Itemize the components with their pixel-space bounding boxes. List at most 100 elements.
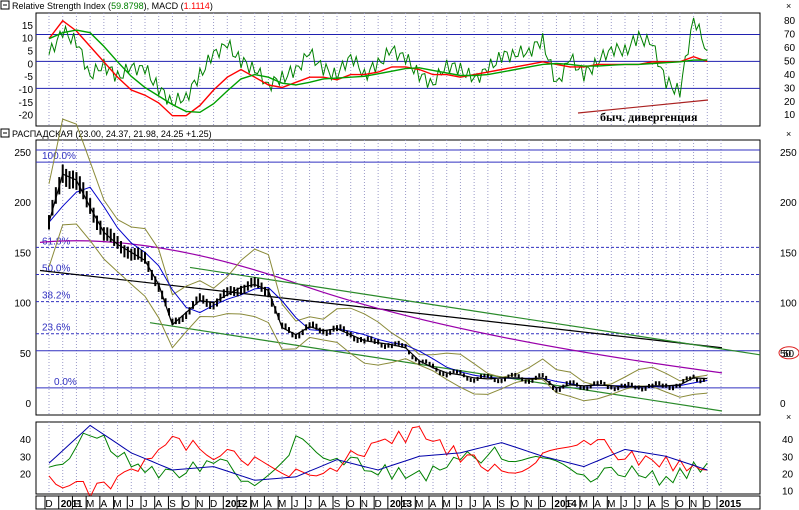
rsi-right-tick: 10 — [784, 110, 796, 121]
time-axis-label: S — [169, 499, 176, 510]
title-close-paren: ) — [210, 1, 213, 11]
time-axis-label: J — [129, 499, 134, 510]
rsi-value: 59.8798 — [111, 1, 144, 11]
rsi-right-tick: 80 — [784, 16, 796, 27]
rsi-panel-close-icon[interactable]: × — [786, 1, 791, 11]
time-axis-label: N — [196, 499, 203, 510]
time-axis-label: D — [375, 499, 382, 510]
rsi-panel-title: Relative Strength Index (59.8798), MACD … — [12, 1, 213, 11]
time-axis-label: J — [636, 499, 641, 510]
time-axis-label: N — [525, 499, 532, 510]
time-axis-label: O — [347, 499, 355, 510]
time-axis-label: D — [45, 499, 52, 510]
fibonacci-label: 38.2% — [42, 291, 70, 302]
time-axis-label: A — [430, 499, 437, 510]
rsi-left-tick: 0 — [27, 59, 33, 70]
time-axis-label: J — [458, 499, 463, 510]
price-right-tick: 250 — [780, 148, 797, 159]
time-axis-label: F — [403, 499, 409, 510]
rsi-left-tick: 10 — [22, 34, 34, 45]
price-title-text: РАСПАДСКАЯ (23.00, 24.37, 21.98, 24.25 +… — [12, 129, 212, 139]
time-axis-label: M — [580, 499, 588, 510]
dmi-left-tick: 40 — [20, 435, 32, 446]
price-left-tick: 200 — [14, 198, 31, 209]
time-axis-label: A — [649, 499, 656, 510]
rsi-right-tick: 40 — [784, 70, 796, 81]
chart-canvas: Relative Strength Index (59.8798), MACD … — [0, 0, 799, 510]
price-left-tick: 0 — [25, 399, 31, 410]
fibonacci-label: 0.0% — [54, 377, 77, 388]
time-axis-label: J — [293, 499, 298, 510]
price-right-tick: 200 — [780, 198, 797, 209]
time-axis-label: D — [210, 499, 217, 510]
time-axis-label: A — [320, 499, 327, 510]
dmi-left-tick: 30 — [20, 452, 32, 463]
time-axis-label: F — [73, 499, 79, 510]
panel-price-frame — [35, 139, 761, 416]
rsi-left-tick: -20 — [19, 111, 34, 122]
rsi-left-tick: 5 — [27, 47, 33, 58]
time-axis-label: M — [278, 499, 286, 510]
rsi-right-tick: 60 — [784, 43, 796, 54]
time-axis-label: A — [485, 499, 492, 510]
time-axis-label: M — [86, 499, 94, 510]
time-axis-label: 2015 — [719, 499, 742, 510]
price-panel-close-icon[interactable]: × — [786, 129, 791, 139]
dmi-right-tick: 40 — [782, 435, 794, 446]
time-axis-label: J — [623, 499, 628, 510]
price-left-tick: 150 — [14, 248, 31, 259]
time-axis-label: S — [498, 499, 505, 510]
time-axis-label: J — [472, 499, 477, 510]
rsi-right-tick: 20 — [784, 97, 796, 108]
dmi-right-tick: 20 — [782, 469, 794, 480]
time-axis-label: F — [567, 499, 573, 510]
time-axis-label: D — [704, 499, 711, 510]
rsi-left-tick: 15 — [22, 21, 34, 32]
time-axis-label: J — [143, 499, 148, 510]
price-marker-label: 50 — [783, 349, 795, 360]
time-axis-label: S — [334, 499, 341, 510]
rsi-left-tick: -10 — [19, 85, 34, 96]
macd-value: 1.1114 — [184, 1, 210, 11]
time-axis-label: A — [155, 499, 162, 510]
price-panel-title: РАСПАДСКАЯ (23.00, 24.37, 21.98, 24.25 +… — [12, 129, 212, 139]
time-axis-label: 2011 — [61, 499, 83, 510]
rsi-title-text: Relative Strength Index ( — [12, 1, 111, 11]
time-axis-label: A — [265, 499, 272, 510]
time-axis-label: M — [251, 499, 259, 510]
price-left-tick: 50 — [20, 349, 32, 360]
time-axis-label: O — [511, 499, 519, 510]
rsi-right-tick: 50 — [784, 56, 796, 67]
time-axis-label: M — [415, 499, 423, 510]
dmi-right-tick: 10 — [782, 487, 794, 498]
macd-title-text: ), MACD ( — [144, 1, 184, 11]
fibonacci-label: 100.0% — [42, 151, 76, 162]
price-right-tick: 100 — [780, 299, 797, 310]
time-axis-label: A — [594, 499, 601, 510]
price-right-tick: 0 — [780, 399, 786, 410]
dmi-left-tick: 20 — [20, 469, 32, 480]
time-axis-label: N — [690, 499, 697, 510]
price-left-tick: 100 — [14, 299, 31, 310]
rsi-left-tick: -15 — [19, 98, 34, 109]
divergence-label: быч. дивергенция — [600, 110, 698, 124]
time-axis-label: O — [182, 499, 190, 510]
fibonacci-label: 23.6% — [42, 323, 70, 334]
time-axis-label: O — [676, 499, 684, 510]
dmi-close-icon[interactable]: × — [786, 412, 791, 422]
rsi-right-tick: 30 — [784, 83, 796, 94]
rsi-right-tick: 70 — [784, 30, 796, 41]
rsi-left-tick: -5 — [24, 72, 33, 83]
time-axis-label: M — [607, 499, 615, 510]
time-axis-label: D — [539, 499, 546, 510]
time-axis-label: A — [101, 499, 108, 510]
time-axis-label: F — [238, 499, 244, 510]
time-axis-label: S — [663, 499, 670, 510]
time-axis-label: M — [443, 499, 451, 510]
time-axis-label: N — [361, 499, 368, 510]
time-axis-label: J — [307, 499, 312, 510]
dmi-right-tick: 30 — [782, 452, 794, 463]
price-right-tick: 150 — [780, 248, 797, 259]
time-axis-label: M — [113, 499, 121, 510]
price-left-tick: 250 — [14, 148, 31, 159]
